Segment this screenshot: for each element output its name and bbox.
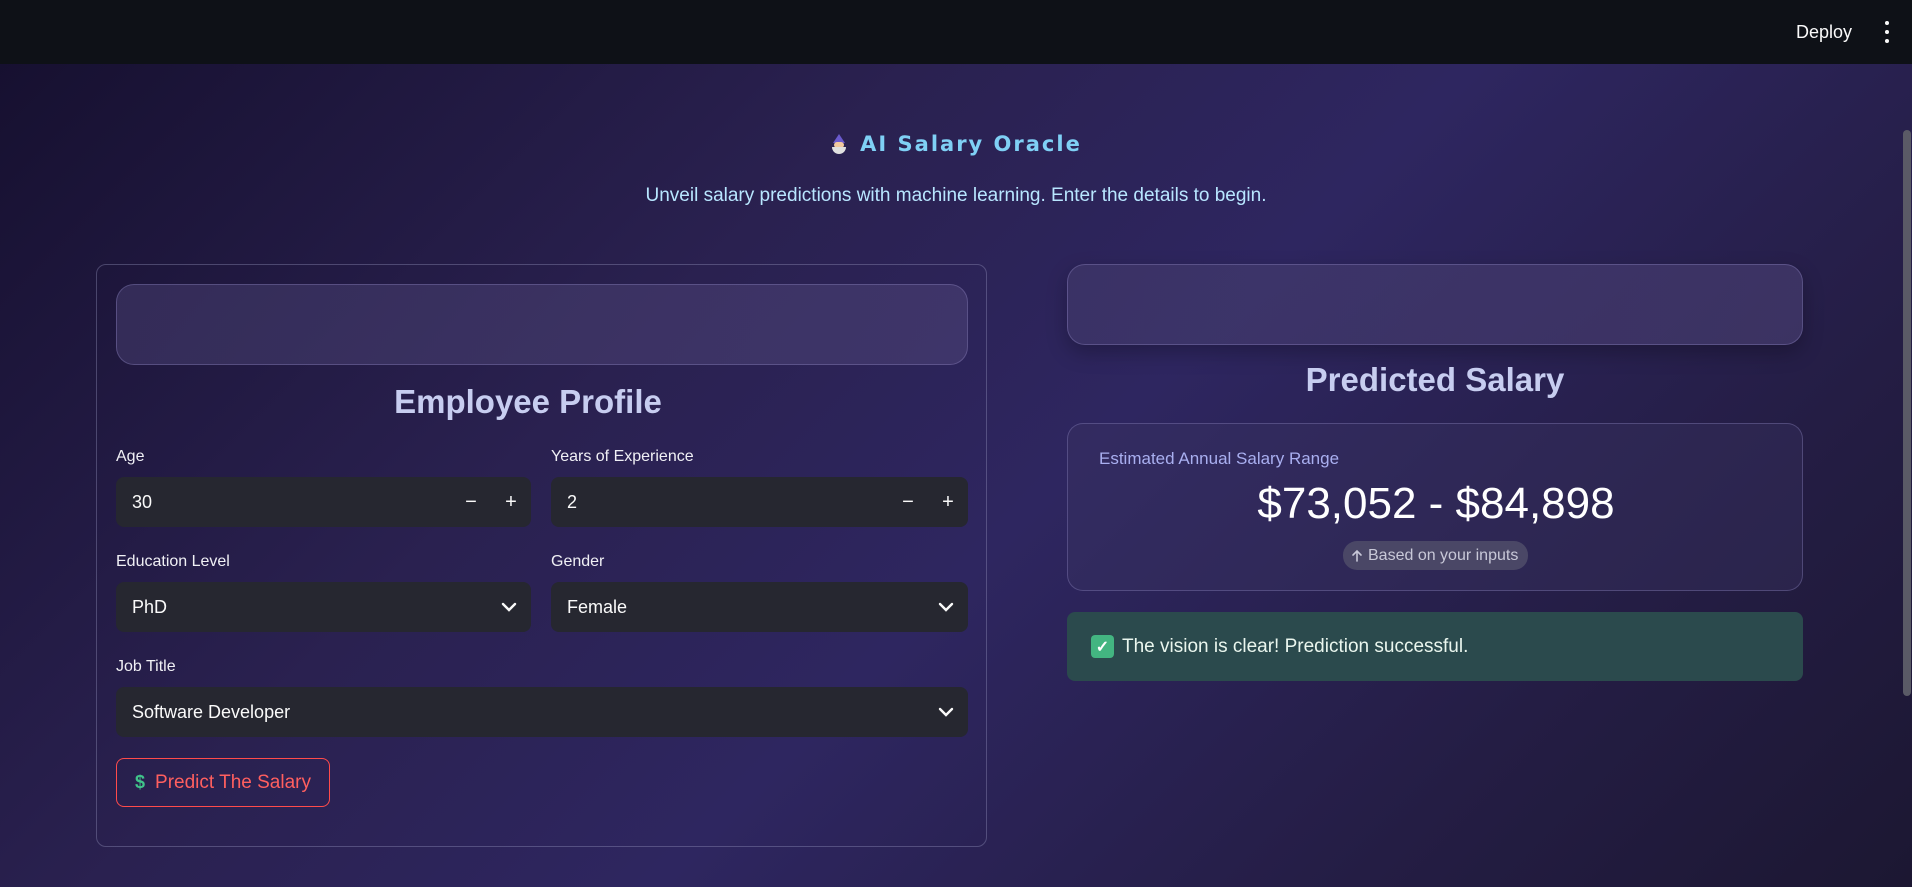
success-alert: ✓ The vision is clear! Prediction succes… <box>1067 612 1803 681</box>
dollar-icon: $ <box>135 772 146 792</box>
employee-profile-panel: Employee Profile Age 30 − + Years of Exp… <box>96 264 987 847</box>
prediction-panel: Predicted Salary Estimated Annual Salary… <box>1067 264 1803 684</box>
chevron-down-icon[interactable] <box>487 582 531 632</box>
employee-profile-title: Employee Profile <box>394 383 662 420</box>
chevron-down-icon[interactable] <box>924 687 968 737</box>
experience-input[interactable]: 2 − + <box>551 477 968 527</box>
salary-range-label: Estimated Annual Salary Range <box>1099 449 1340 468</box>
chevron-down-icon[interactable] <box>924 582 968 632</box>
badge-label: Based on your inputs <box>1368 546 1519 564</box>
experience-increment-button[interactable]: + <box>928 477 968 527</box>
arrow-up-icon <box>1352 549 1362 562</box>
success-message: The vision is clear! Prediction successf… <box>1122 635 1469 657</box>
decorative-glass-card <box>116 284 968 365</box>
gender-value: Female <box>567 596 628 617</box>
predicted-salary-title: Predicted Salary <box>1305 361 1565 398</box>
age-label: Age <box>116 448 145 465</box>
age-increment-button[interactable]: + <box>491 477 531 527</box>
age-value[interactable]: 30 <box>116 492 451 513</box>
gender-label: Gender <box>551 553 605 570</box>
page-title: AI Salary Oracle <box>860 132 1082 156</box>
salary-range-value: $73,052 - $84,898 <box>1257 479 1615 528</box>
scrollbar-thumb[interactable] <box>1903 130 1911 696</box>
experience-label: Years of Experience <box>551 448 694 465</box>
experience-decrement-button[interactable]: − <box>888 477 928 527</box>
job-title-select[interactable]: Software Developer <box>116 687 968 737</box>
kebab-menu-icon[interactable] <box>1882 21 1892 43</box>
salary-result-card: Estimated Annual Salary Range $73,052 - … <box>1067 423 1803 591</box>
education-value: PhD <box>132 596 168 617</box>
gender-select[interactable]: Female <box>551 582 968 632</box>
decorative-glass-card <box>1067 264 1803 345</box>
top-bar: Deploy <box>0 0 1912 64</box>
education-select[interactable]: PhD <box>116 582 531 632</box>
status-badge: Based on your inputs <box>1343 541 1529 570</box>
check-icon: ✓ <box>1091 635 1114 658</box>
age-input[interactable]: 30 − + <box>116 477 531 527</box>
deploy-button[interactable]: Deploy <box>1796 22 1852 43</box>
job-title-value: Software Developer <box>132 701 291 722</box>
predict-salary-label: Predict The Salary <box>155 771 311 793</box>
job-title-label: Job Title <box>116 658 176 675</box>
page-subtitle: Unveil salary predictions with machine l… <box>645 185 1267 206</box>
wizard-icon <box>830 134 848 154</box>
age-decrement-button[interactable]: − <box>451 477 491 527</box>
experience-value[interactable]: 2 <box>551 492 888 513</box>
predict-salary-button[interactable]: $ Predict The Salary <box>116 758 330 807</box>
page-header: AI Salary Oracle Unveil salary predictio… <box>0 132 1912 207</box>
education-label: Education Level <box>116 553 230 570</box>
